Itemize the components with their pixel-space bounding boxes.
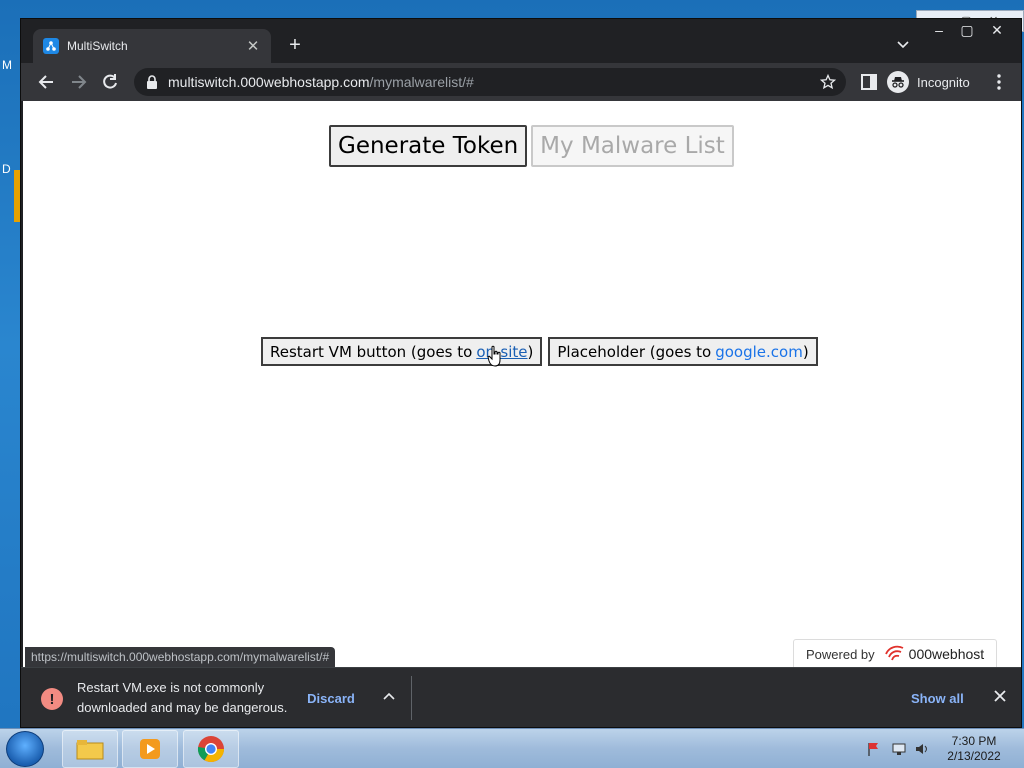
desktop-icon-label: D: [2, 162, 11, 176]
top-button-group: Generate Token My Malware List: [329, 125, 734, 167]
browser-toolbar: multiswitch.000webhostapp.com/mymalwarel…: [21, 63, 1021, 101]
incognito-label: Incognito: [917, 74, 970, 90]
powered-by-text: Powered by: [806, 646, 875, 662]
my-malware-list-button: My Malware List: [531, 125, 734, 167]
chevron-up-icon[interactable]: [381, 689, 397, 705]
generate-token-button[interactable]: Generate Token: [329, 125, 528, 167]
maximize-icon[interactable]: ▢: [953, 21, 981, 39]
restart-vm-text: Restart VM button (goes to: [270, 342, 473, 361]
clock-time: 7:30 PM: [951, 734, 997, 748]
browser-tab[interactable]: MultiSwitch ✕: [33, 29, 271, 63]
placeholder-text: Placeholder (goes to: [557, 342, 712, 361]
discard-button[interactable]: Discard: [291, 685, 371, 713]
network-icon[interactable]: [891, 741, 907, 757]
placeholder-button[interactable]: Placeholder (goes to google.com ): [548, 337, 818, 366]
system-clock[interactable]: 7:30 PM 2/13/2022: [942, 734, 1006, 764]
close-shelf-icon[interactable]: [991, 687, 1009, 705]
forward-arrow-icon[interactable]: [68, 72, 88, 92]
host-brand: 000webhost: [908, 646, 985, 662]
danger-warning-icon: !: [41, 688, 63, 710]
hover-status-url: https://multiswitch.000webhostapp.com/my…: [25, 647, 336, 667]
tab-close-icon[interactable]: ✕: [245, 37, 261, 55]
taskbar-chrome-button[interactable]: [183, 730, 239, 768]
close-window-icon[interactable]: ✕: [983, 21, 1011, 39]
chrome-icon: [197, 736, 225, 763]
reload-icon[interactable]: [100, 72, 120, 92]
minimize-icon[interactable]: –: [925, 21, 953, 39]
incognito-icon: [887, 71, 909, 93]
start-button[interactable]: [6, 731, 44, 767]
menu-kebab-icon[interactable]: [989, 72, 1009, 92]
bookmark-star-icon[interactable]: [820, 74, 836, 90]
tab-search-chevron-icon[interactable]: [895, 36, 911, 52]
volume-icon[interactable]: [914, 741, 930, 757]
windows-taskbar: 7:30 PM 2/13/2022: [0, 728, 1024, 768]
download-shelf: ! Restart VM.exe is not commonly downloa…: [21, 667, 1021, 727]
side-panel-icon[interactable]: [859, 72, 879, 92]
media-player-icon: [140, 739, 160, 759]
download-warning-text: Restart VM.exe is not commonly downloade…: [77, 680, 288, 715]
address-bar[interactable]: multiswitch.000webhostapp.com/mymalwarel…: [134, 68, 846, 96]
browser-window: MultiSwitch ✕ + – ▢ ✕ multiswitch.000web…: [20, 18, 1022, 728]
url-path: /mymalwarelist/#: [369, 74, 474, 90]
page-viewport: Generate Token My Malware List Restart V…: [23, 101, 1021, 667]
show-all-button[interactable]: Show all: [911, 685, 964, 713]
taskbar-media-player-button[interactable]: [122, 730, 178, 768]
000webhost-logo-icon: [884, 645, 904, 661]
action-center-flag-icon[interactable]: [866, 741, 882, 757]
lock-icon[interactable]: [146, 75, 158, 89]
tab-title: MultiSwitch: [67, 39, 128, 53]
placeholder-close-paren: ): [802, 342, 809, 361]
back-arrow-icon[interactable]: [37, 72, 57, 92]
browser-titlebar: MultiSwitch ✕ + – ▢ ✕: [21, 19, 1021, 63]
powered-by-badge[interactable]: Powered by 000webhost: [793, 639, 997, 667]
hand-cursor-icon: [487, 345, 501, 367]
folder-icon: [76, 740, 104, 760]
incognito-indicator[interactable]: Incognito: [887, 67, 970, 97]
url-host: multiswitch.000webhostapp.com: [168, 74, 370, 90]
desktop-icon-label: M: [2, 58, 12, 72]
clock-date: 2/13/2022: [947, 749, 1001, 763]
restart-vm-close-paren: ): [527, 342, 534, 361]
google-link[interactable]: google.com: [715, 343, 803, 361]
action-button-group: Restart VM button (goes to on-site ) Pla…: [261, 337, 818, 366]
taskbar-explorer-button[interactable]: [62, 730, 118, 768]
new-tab-button[interactable]: +: [283, 33, 307, 57]
multiswitch-favicon-icon: [43, 38, 59, 54]
shelf-divider: [411, 676, 412, 720]
